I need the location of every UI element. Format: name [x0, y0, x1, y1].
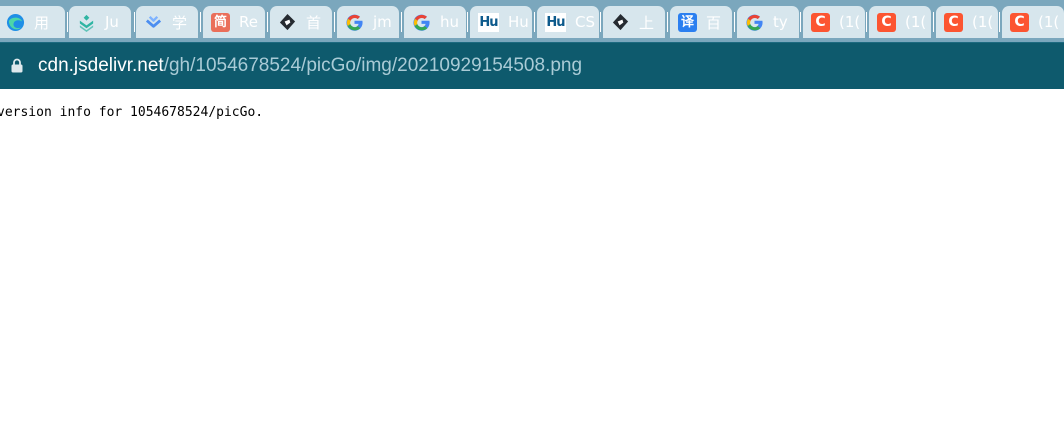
- tab-separator: [600, 12, 601, 32]
- browser-tab[interactable]: Hu Hu: [470, 6, 532, 38]
- hu-icon: Hu: [478, 12, 499, 32]
- tab-separator: [667, 12, 668, 32]
- browser-tab[interactable]: jm: [337, 6, 399, 38]
- tab-separator: [866, 12, 867, 32]
- csdn-icon: C: [1010, 12, 1029, 32]
- tab-title: jm: [373, 13, 392, 31]
- tab-title: (1(: [905, 13, 927, 31]
- tab-separator: [67, 12, 68, 32]
- google-icon: [413, 14, 430, 31]
- url-host: cdn.jsdelivr.net: [38, 55, 164, 76]
- edge-icon: [6, 13, 25, 31]
- google-icon: [746, 14, 763, 31]
- tab-separator: [734, 12, 735, 32]
- tab-title: 上: [639, 13, 655, 32]
- tab-separator: [999, 12, 1000, 32]
- browser-toolbar: cdn.jsdelivr.net/gh/1054678524/picGo/img…: [0, 42, 1064, 89]
- browser-tab[interactable]: 简 Re: [203, 6, 265, 38]
- csdn-icon: C: [944, 12, 963, 32]
- tab-separator: [334, 12, 335, 32]
- tab-title: Re: [239, 13, 258, 31]
- browser-tab[interactable]: Ju: [69, 6, 131, 38]
- browser-tab[interactable]: 上: [603, 6, 665, 38]
- browser-tab[interactable]: hu: [404, 6, 466, 38]
- browser-tab[interactable]: 学: [136, 6, 198, 38]
- tab-title: (1(: [972, 13, 994, 31]
- tab-title: 用: [34, 13, 50, 32]
- tab-separator: [134, 12, 135, 32]
- lock-icon[interactable]: [11, 58, 23, 73]
- tab-separator: [401, 12, 402, 32]
- page-text: version info for 1054678524/picGo.: [0, 105, 264, 120]
- tab-title: Hu: [508, 13, 529, 31]
- tab-title: 首: [306, 13, 322, 32]
- tab-title: ty: [773, 13, 788, 31]
- tab-separator: [200, 12, 201, 32]
- tab-title: 百: [706, 13, 722, 32]
- address-bar-url[interactable]: cdn.jsdelivr.net/gh/1054678524/picGo/img…: [38, 55, 582, 77]
- tab-separator: [534, 12, 535, 32]
- eagle-icon: [279, 13, 296, 30]
- browser-tab[interactable]: 译 百: [670, 6, 732, 38]
- browser-tab[interactable]: 用: [0, 6, 65, 38]
- browser-tab[interactable]: 首: [270, 6, 332, 38]
- csdn-icon: C: [877, 12, 896, 32]
- yuque-icon: [145, 15, 162, 28]
- tab-title: (1(: [839, 13, 861, 31]
- tab-title: (1(: [1038, 13, 1060, 31]
- browser-tab[interactable]: ty: [737, 6, 799, 38]
- browser-tab[interactable]: C (1(: [936, 6, 998, 38]
- juejin-icon: [79, 14, 94, 32]
- tab-title: 学: [172, 13, 188, 32]
- jianshu-icon: 简: [211, 12, 230, 32]
- hu-icon: Hu: [545, 12, 566, 32]
- tab-title: CS: [575, 13, 595, 31]
- browser-tab[interactable]: C (1(: [1002, 6, 1064, 38]
- tab-separator: [800, 12, 801, 32]
- browser-tab[interactable]: Hu CS: [537, 6, 599, 38]
- eagle-icon: [612, 13, 629, 30]
- tab-separator: [267, 12, 268, 32]
- tab-strip: 用 Ju 学 简 Re 首 jm hu Hu Hu Hu CS 上 译 百 ty…: [0, 0, 1064, 42]
- browser-tab[interactable]: C (1(: [803, 6, 865, 38]
- translate-icon: 译: [678, 12, 697, 32]
- csdn-icon: C: [811, 12, 830, 32]
- browser-tab[interactable]: C (1(: [869, 6, 931, 38]
- url-path: /gh/1054678524/picGo/img/20210929154508.…: [163, 55, 583, 76]
- tab-separator: [933, 12, 934, 32]
- tab-separator: [467, 12, 468, 32]
- tab-title: hu: [440, 13, 460, 31]
- google-icon: [346, 14, 363, 31]
- page-content: version info for 1054678524/picGo.: [0, 89, 1064, 426]
- tab-title: Ju: [105, 13, 119, 31]
